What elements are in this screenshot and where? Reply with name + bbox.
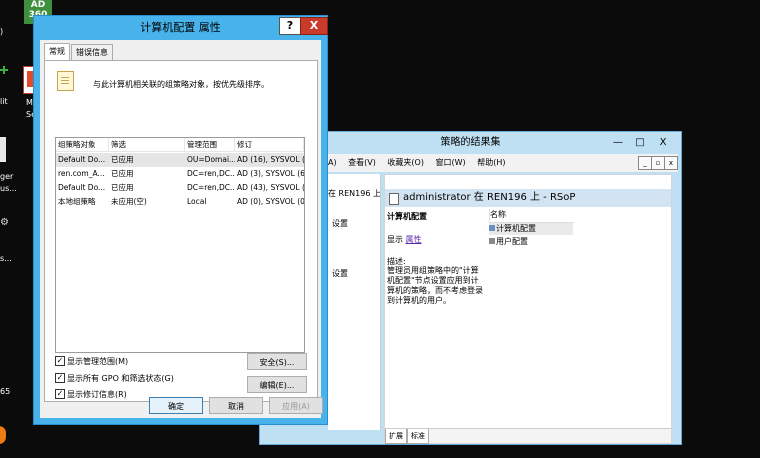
cell-scope: DC=ren,DC...: [187, 169, 235, 178]
green-plus-icon[interactable]: [0, 66, 8, 74]
rsop-close-button[interactable]: X: [652, 135, 674, 150]
gpo-list[interactable]: 组策略对象 筛选 管理范围 修订 Default Do... 已应用 OU=Do…: [55, 137, 305, 353]
computer-config-icon: [489, 225, 495, 231]
list-item-user-config[interactable]: 用户配置: [489, 236, 573, 248]
list-item-label: 用户配置: [496, 237, 528, 246]
menu-item-view[interactable]: 查看(V): [348, 158, 376, 167]
rsop-header-text: administrator 在 REN196 上 - RSoP: [403, 192, 576, 203]
mdi-restore-button[interactable]: ▫: [651, 156, 665, 170]
help-button[interactable]: ?: [279, 17, 301, 35]
tree-item-computer-settings[interactable]: 设置: [332, 218, 348, 229]
properties-link[interactable]: 属性: [406, 235, 422, 244]
checkbox-label: 显示修订信息(R): [67, 390, 127, 399]
show-label: 显示: [387, 235, 403, 244]
manager-label: ger us...: [0, 172, 17, 193]
cancel-button[interactable]: 取消: [209, 397, 263, 414]
document-icon: [57, 71, 74, 91]
list-item-computer-config[interactable]: 计算机配置: [489, 223, 573, 235]
header-icon: [389, 193, 399, 205]
list-item-label: 计算机配置: [496, 224, 536, 233]
show-scope-checkbox[interactable]: ✓ 显示管理范围(M): [55, 355, 129, 367]
left-cut-glyph: ): [0, 27, 4, 36]
gear-icon[interactable]: ⚙: [0, 218, 9, 228]
rsop-maximize-button[interactable]: □: [629, 135, 651, 150]
tab-standard[interactable]: 标准: [407, 429, 429, 444]
menu-item-favorites[interactable]: 收藏夹(O): [387, 158, 424, 167]
clock-label: 65: [0, 387, 11, 396]
tab-extended[interactable]: 扩展: [385, 429, 407, 444]
orange-app-icon[interactable]: [0, 426, 6, 444]
column-header-revision[interactable]: 修订: [235, 138, 304, 151]
table-row[interactable]: 本地组策略 未应用(空) Local AD (0), SYSVOL (0): [56, 195, 304, 209]
user-config-icon: [489, 238, 495, 244]
show-all-gpo-checkbox[interactable]: ✓ 显示所有 GPO 和筛选状态(G): [55, 372, 174, 384]
dialog-body: 常规 错误信息 与此计算机相关联的组策略对象，按优先级排序。 组策略对象 筛选 …: [40, 40, 323, 418]
cell-filter: 已应用: [111, 183, 134, 192]
intro-text: 与此计算机相关联的组策略对象，按优先级排序。: [93, 80, 269, 89]
column-header-gpo[interactable]: 组策略对象: [56, 138, 109, 151]
column-header-scope[interactable]: 管理范围: [185, 138, 235, 151]
mdi-minimize-button[interactable]: _: [638, 156, 652, 170]
menu-item-window[interactable]: 窗口(W): [436, 158, 466, 167]
cell-scope: OU=Domai...: [187, 155, 235, 164]
edit-button[interactable]: 编辑(E)...: [247, 376, 307, 393]
table-row[interactable]: ren.com_A... 已应用 DC=ren,DC... AD (3), SY…: [56, 167, 304, 181]
table-row[interactable]: Default Do... 已应用 OU=Domai... AD (16), S…: [56, 153, 304, 167]
show-row: 显示 属性: [387, 234, 422, 245]
cell-revision: AD (16), SYSVOL (...: [237, 155, 304, 164]
checkbox-box[interactable]: ✓: [55, 355, 65, 366]
cell-filter: 已应用: [111, 169, 134, 178]
rsop-minimize-button[interactable]: —: [607, 135, 629, 150]
cell-revision: AD (43), SYSVOL (...: [237, 183, 304, 192]
close-button[interactable]: X: [300, 17, 328, 35]
gpo-list-header: 组策略对象 筛选 管理范围 修订: [56, 138, 304, 152]
section-title: 计算机配置: [387, 212, 427, 221]
green-plus-label: lit: [0, 97, 8, 106]
cell-gpo: 本地组策略: [58, 197, 96, 206]
security-button[interactable]: 安全(S)...: [247, 353, 307, 370]
show-revision-checkbox[interactable]: ✓ 显示修订信息(R): [55, 388, 127, 400]
general-panel: 与此计算机相关联的组策略对象，按优先级排序。 组策略对象 筛选 管理范围 修订 …: [44, 60, 318, 402]
cell-filter: 已应用: [111, 155, 134, 164]
table-row[interactable]: Default Do... 已应用 DC=ren,DC... AD (43), …: [56, 181, 304, 195]
rsop-content-pane: administrator 在 REN196 上 - RSoP 计算机配置 名称…: [384, 174, 672, 444]
name-column-header[interactable]: 名称: [489, 209, 574, 223]
mdi-close-button[interactable]: x: [664, 156, 678, 170]
rsop-menubar: A) 查看(V) 收藏夹(O) 窗口(W) 帮助(H): [328, 154, 678, 172]
cell-gpo: Default Do...: [58, 155, 106, 164]
ad360-badge: AD: [30, 0, 46, 10]
cell-filter: 未应用(空): [111, 197, 147, 206]
tree-item-root[interactable]: 在 REN196 上 - I: [328, 188, 380, 199]
menu-item-help[interactable]: 帮助(H): [477, 158, 505, 167]
checkbox-label: 显示管理范围(M): [67, 357, 129, 366]
apply-button[interactable]: 应用(A): [269, 397, 323, 414]
ok-button[interactable]: 确定: [149, 397, 203, 414]
column-header-filter[interactable]: 筛选: [109, 138, 185, 151]
tree-item-user-settings[interactable]: 设置: [332, 268, 348, 279]
rsop-view-tabs: 扩展 标准: [385, 428, 671, 444]
checkbox-box[interactable]: ✓: [55, 372, 65, 383]
cell-gpo: ren.com_A...: [58, 169, 105, 178]
manager-icon[interactable]: [0, 137, 6, 162]
gear-label: s...: [0, 254, 12, 263]
cell-revision: AD (0), SYSVOL (0): [237, 197, 304, 206]
checkbox-label: 显示所有 GPO 和筛选状态(G): [67, 374, 174, 383]
tab-error-info[interactable]: 错误信息: [71, 44, 113, 60]
rsop-header: administrator 在 REN196 上 - RSoP: [385, 189, 671, 207]
menu-item-action[interactable]: A): [328, 158, 337, 167]
cell-scope: Local: [187, 197, 207, 206]
cell-scope: DC=ren,DC...: [187, 183, 235, 192]
properties-dialog: 计算机配置 属性 ? X 常规 错误信息 与此计算机相关联的组策略对象，按优先级…: [33, 15, 328, 425]
cell-revision: AD (3), SYSVOL (6...: [237, 169, 304, 178]
desc-text: 管理员用组策略中的"计算机配置"节点设置应用到计算机的策略，而不考虑登录到计算机…: [387, 266, 483, 305]
tab-general[interactable]: 常规: [44, 43, 70, 61]
rsop-tree-pane: 在 REN196 上 - I 设置 设置: [328, 174, 381, 430]
cell-gpo: Default Do...: [58, 183, 106, 192]
checkbox-box[interactable]: ✓: [55, 388, 65, 399]
